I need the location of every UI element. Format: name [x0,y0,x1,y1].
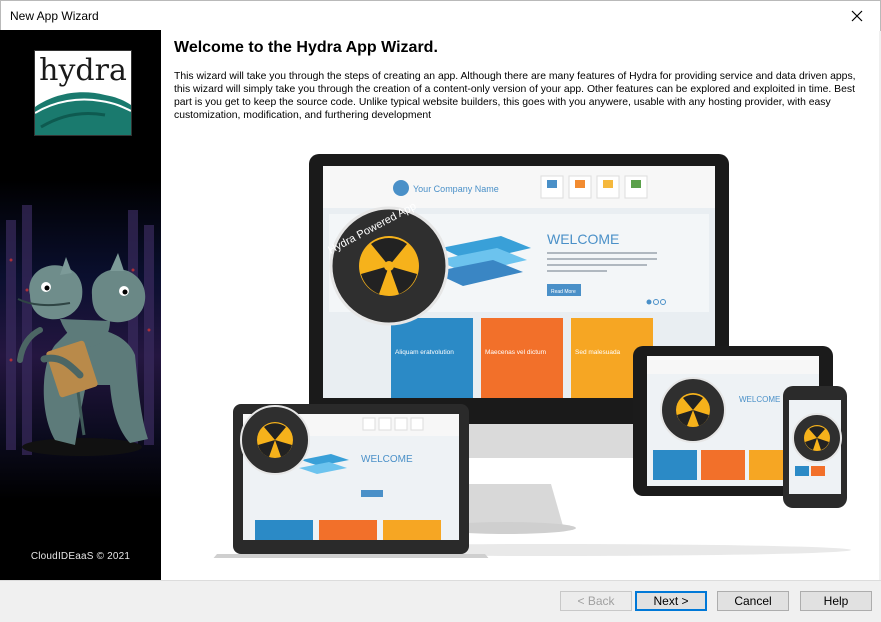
close-icon [851,10,863,22]
cancel-button[interactable]: Cancel [717,591,789,611]
help-button[interactable]: Help [800,591,872,611]
wizard-sidebar: hydra CloudIDEaaS © 2021 [0,30,161,580]
title-bar: New App Wizard [0,0,881,31]
back-button[interactable]: < Back [560,591,632,611]
mockup-tile-1: Aliquam eratvolution [395,349,454,356]
logo-wave-icon [35,92,131,135]
dragon-mascot-image [17,253,148,456]
devices-illustration: Your Company Name WELCOME Read More Aliq… [213,154,851,558]
hydra-powered-badge-phone [792,413,842,463]
next-button[interactable]: Next > [635,591,707,611]
copyright-label: CloudIDEaaS © 2021 [30,551,131,562]
mockup-company-name: Your Company Name [413,184,499,194]
hydra-powered-badge-tablet [660,377,726,443]
mockup-tile-2: Maecenas vel dictum [485,349,546,356]
page-description: This wizard will take you through the st… [174,71,856,121]
wizard-content: Welcome to the Hydra App Wizard. This wi… [161,30,879,580]
laptop-welcome-heading: WELCOME [361,454,413,465]
page-title: Welcome to the Hydra App Wizard. [174,39,438,56]
window-title: New App Wizard [10,9,99,23]
tablet-welcome-heading: WELCOME [739,395,780,404]
mockup-welcome-heading: WELCOME [547,231,619,247]
mockup-tile-3: Sed malesuada [575,349,621,356]
mockup-read-more: Read More [551,289,576,295]
wizard-button-bar: < Back Next > Cancel Help [0,580,881,622]
logo-text: hydra [39,53,127,88]
close-button[interactable] [834,1,880,31]
hydra-powered-badge-laptop [240,405,310,475]
hydra-logo: hydra [34,50,132,136]
